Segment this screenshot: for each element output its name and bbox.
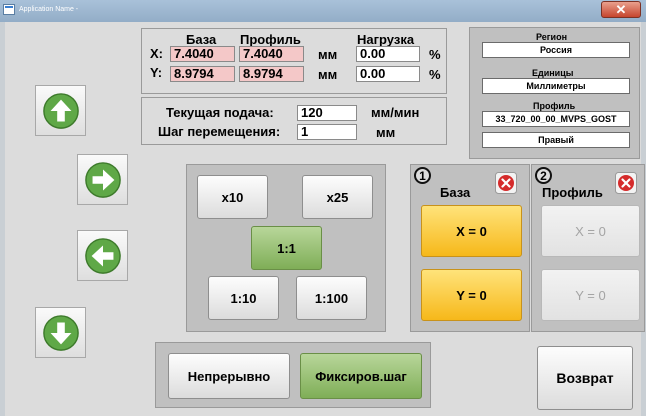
jog-up-button[interactable] xyxy=(35,85,86,136)
arrow-down-icon xyxy=(42,314,79,351)
x-unit: мм xyxy=(318,47,338,62)
scale-panel: x10 x25 1:1 1:10 1:100 xyxy=(186,164,386,332)
profile-x-zero-button[interactable]: X = 0 xyxy=(541,205,640,257)
load-header: Нагрузка xyxy=(357,32,415,47)
base-x-zero-button[interactable]: X = 0 xyxy=(421,205,522,257)
main-area: База Профиль Нагрузка X: Y: 7.4040 7.404… xyxy=(5,22,645,416)
profile-close-icon[interactable] xyxy=(615,172,637,194)
feed-panel: Текущая подача: 120 мм/мин Шаг перемещен… xyxy=(141,97,447,145)
base-zero-panel: 1 База X = 0 Y = 0 xyxy=(410,164,530,332)
step-label: Шаг перемещения: xyxy=(158,124,281,139)
scale-x25-button[interactable]: x25 xyxy=(302,175,373,219)
mode-panel: Непрерывно Фиксиров.шаг xyxy=(155,342,431,408)
profile-setting-label: Профиль xyxy=(533,101,576,111)
profile-zero-panel: 2 Профиль X = 0 Y = 0 xyxy=(531,164,645,332)
scale-1-100-button[interactable]: 1:100 xyxy=(296,276,367,320)
scale-x10-button[interactable]: x10 xyxy=(197,175,268,219)
step-unit: мм xyxy=(376,125,396,140)
base-y-zero-button[interactable]: Y = 0 xyxy=(421,269,522,321)
current-feed-input[interactable]: 120 xyxy=(297,105,357,121)
profile-y-zero-button[interactable]: Y = 0 xyxy=(541,269,640,321)
current-feed-label: Текущая подача: xyxy=(166,105,274,120)
window-close-button[interactable]: ✕ xyxy=(601,1,641,18)
window-title: Application Name - xyxy=(19,6,79,13)
current-feed-unit: мм/мин xyxy=(371,105,420,120)
profile-header: Профиль xyxy=(240,32,301,47)
base-panel-title: База xyxy=(440,185,471,200)
x-base-value: 7.4040 xyxy=(170,46,235,62)
profile-panel-title: Профиль xyxy=(542,185,603,200)
jog-left-button[interactable] xyxy=(77,230,128,281)
region-field[interactable]: Россия xyxy=(482,42,630,58)
return-button[interactable]: Возврат xyxy=(537,346,633,410)
units-field[interactable]: Миллиметры xyxy=(482,78,630,94)
fixed-step-mode-button[interactable]: Фиксиров.шаг xyxy=(300,353,422,399)
arrow-left-icon xyxy=(84,237,121,274)
y-label: Y: xyxy=(150,65,163,80)
step-input[interactable]: 1 xyxy=(297,124,357,140)
units-label: Единицы xyxy=(532,68,574,78)
side-field[interactable]: Правый xyxy=(482,132,630,148)
base-close-icon[interactable] xyxy=(495,172,517,194)
profile-field[interactable]: 33_720_00_00_MVPS_GOST xyxy=(482,111,630,127)
profile-panel-number: 2 xyxy=(535,167,552,184)
scale-1-10-button[interactable]: 1:10 xyxy=(208,276,279,320)
y-load-percent: % xyxy=(429,67,441,82)
y-profile-value: 8.9794 xyxy=(239,66,304,82)
region-label: Регион xyxy=(536,32,567,42)
x-label: X: xyxy=(150,46,163,61)
continuous-mode-button[interactable]: Непрерывно xyxy=(168,353,290,399)
app-icon xyxy=(3,4,15,15)
base-panel-number: 1 xyxy=(414,167,431,184)
arrow-right-icon xyxy=(84,161,121,198)
jog-down-button[interactable] xyxy=(35,307,86,358)
coordinates-panel: База Профиль Нагрузка X: Y: 7.4040 7.404… xyxy=(141,28,447,94)
x-profile-value: 7.4040 xyxy=(239,46,304,62)
y-unit: мм xyxy=(318,67,338,82)
settings-panel: Регион Россия Единицы Миллиметры Профиль… xyxy=(469,27,640,159)
base-header: База xyxy=(186,32,217,47)
scale-1-1-button[interactable]: 1:1 xyxy=(251,226,322,270)
x-load-percent: % xyxy=(429,47,441,62)
arrow-up-icon xyxy=(42,92,79,129)
x-load-value: 0.00 xyxy=(356,46,420,62)
y-base-value: 8.9794 xyxy=(170,66,235,82)
jog-right-button[interactable] xyxy=(77,154,128,205)
y-load-value: 0.00 xyxy=(356,66,420,82)
title-bar: Application Name - ✕ xyxy=(0,0,646,22)
